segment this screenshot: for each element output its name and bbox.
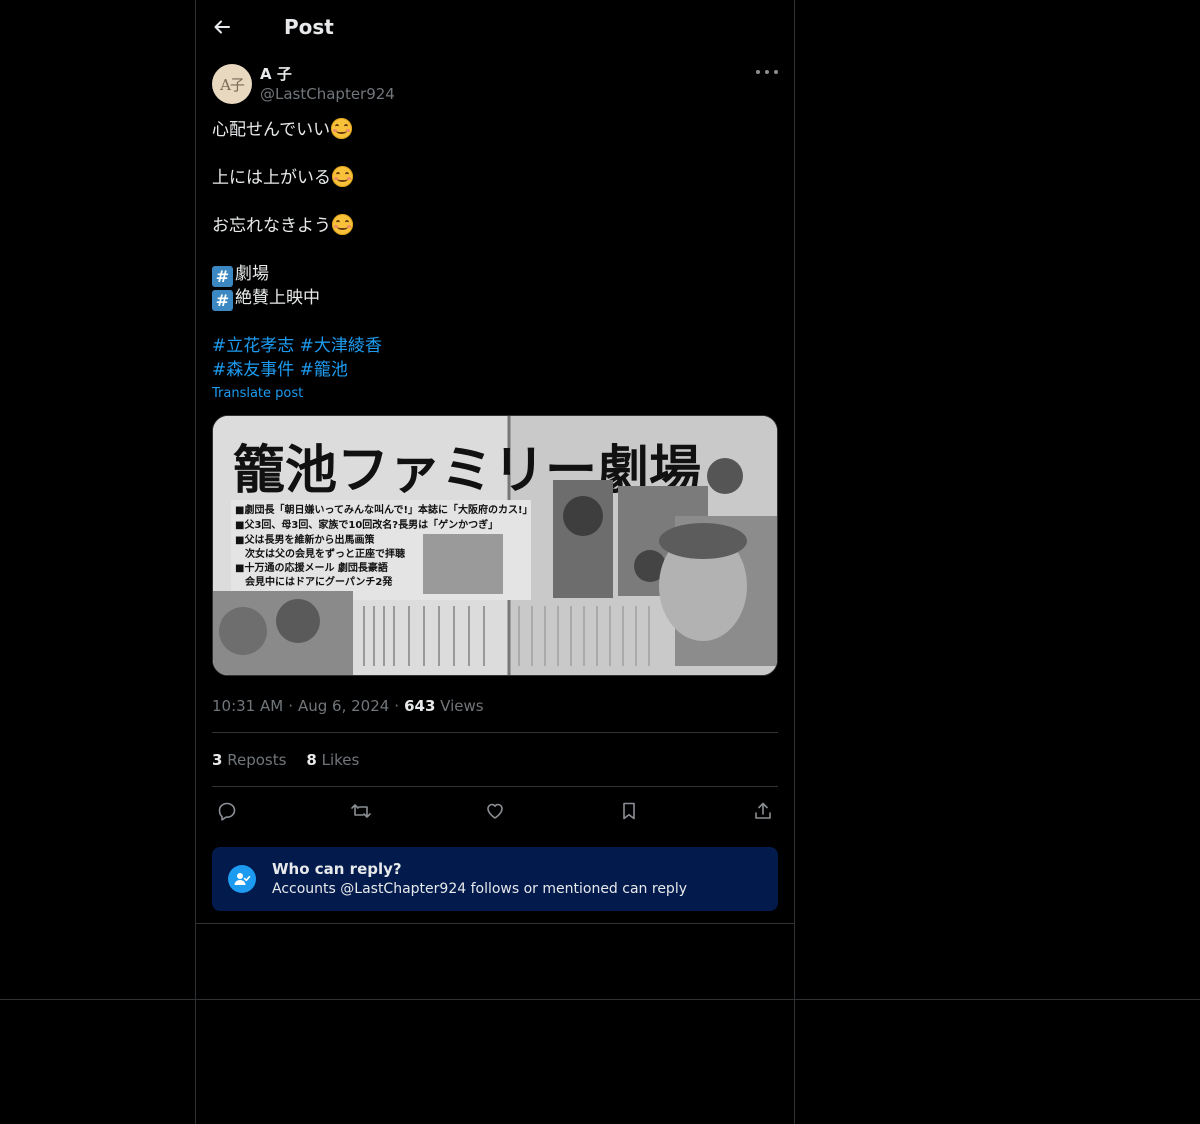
page-divider <box>0 999 1200 1000</box>
top-bar: Post <box>196 0 794 54</box>
smiling-face-emoji-icon <box>332 166 353 187</box>
post-meta: 10:31 AM · Aug 6, 2024 · 643 Views <box>212 697 484 715</box>
like-icon <box>487 803 503 819</box>
media-bullet: 会見中にはドアにグーパンチ2発 <box>245 575 393 588</box>
smiling-face-emoji-icon <box>331 118 353 139</box>
repost-button[interactable] <box>350 800 372 822</box>
repost-icon <box>351 804 371 818</box>
translate-post-link[interactable]: Translate post <box>212 385 303 403</box>
post-divider <box>196 923 794 924</box>
reply-settings-title: Who can reply? <box>272 860 402 878</box>
reply-button[interactable] <box>216 800 238 822</box>
more-options-button[interactable] <box>756 64 778 80</box>
more-dot-icon <box>774 70 778 74</box>
reply-settings-text: Who can reply? Accounts @LastChapter924 … <box>272 859 687 899</box>
arrow-left-icon <box>214 20 230 34</box>
reposts-stat[interactable]: 3 Reposts <box>212 751 286 769</box>
like-button[interactable] <box>484 800 506 822</box>
media-bullet: ■十万通の応援メール 劇団長豪語 <box>235 561 388 574</box>
views-label: Views <box>440 697 484 715</box>
media-bullet: ■父3回、母3回、家族で10回改名?長男は「ゲンかつぎ」 <box>235 518 498 531</box>
reply-icon <box>218 802 236 821</box>
post-line: お忘れなきよう <box>212 214 778 238</box>
user-check-icon <box>228 865 256 893</box>
keycap-hash-emoji-icon: # <box>212 266 233 287</box>
author-names: A 子 @LastChapter924 <box>260 64 395 104</box>
main-column: Post A子 A 子 @LastChapter924 心配せんでいい 上には上… <box>196 0 794 911</box>
smiling-face-emoji-icon <box>332 214 353 235</box>
media-bullet: ■劇団長「朝日嫌いってみんな叫んで!」本誌に「大阪府のカス!」 <box>235 503 533 516</box>
post-line: 上には上がいる <box>212 166 778 190</box>
likes-stat[interactable]: 8 Likes <box>306 751 359 769</box>
bookmark-button[interactable] <box>618 800 640 822</box>
reply-settings-box: Who can reply? Accounts @LastChapter924 … <box>212 847 778 911</box>
reply-settings-subtitle: Accounts @LastChapter924 follows or ment… <box>272 881 687 897</box>
page-title: Post <box>284 15 334 39</box>
hashtag-link[interactable]: #森友事件 <box>212 360 294 380</box>
keycap-hash-emoji-icon: # <box>212 290 233 311</box>
hashtag-link[interactable]: #籠池 <box>300 360 348 380</box>
media-bullet: 次女は父の会見をずっと正座で拝聴 <box>245 547 405 560</box>
bookmark-icon <box>623 802 635 820</box>
post-image[interactable]: 籠池ファミリー劇場 ■劇団長「朝日嫌いってみんな叫んで!」本誌に「大阪府のカス!… <box>212 415 778 676</box>
avatar[interactable]: A子 <box>212 64 252 104</box>
magazine-spread-image: 籠池ファミリー劇場 ■劇団長「朝日嫌いってみんな叫んで!」本誌に「大阪府のカス!… <box>213 416 777 675</box>
more-dot-icon <box>756 70 760 74</box>
hashtag-link[interactable]: #大津綾香 <box>300 336 382 356</box>
post-line: # 劇場 <box>212 262 778 287</box>
share-button[interactable] <box>752 800 774 822</box>
handle[interactable]: @LastChapter924 <box>260 84 395 104</box>
post-text: 心配せんでいい 上には上がいる お忘れなきよう # 劇場 # 絶賛上映中 #立花孝志… <box>212 118 778 382</box>
action-bar <box>212 787 778 835</box>
post-stats: 3 Reposts 8 Likes <box>212 733 778 786</box>
post: A子 A 子 @LastChapter924 心配せんでいい 上には上がいる お… <box>196 54 794 911</box>
more-dot-icon <box>765 70 769 74</box>
post-line: 心配せんでいい <box>212 118 778 142</box>
hashtags: #立花孝志 #大津綾香 #森友事件 #籠池 <box>212 334 778 382</box>
media-bullet: ■父は長男を維新から出馬画策 <box>235 533 375 546</box>
hashtag-link[interactable]: #立花孝志 <box>212 336 294 356</box>
post-line: # 絶賛上映中 <box>212 286 778 311</box>
post-date[interactable]: Aug 6, 2024 <box>298 697 389 715</box>
share-icon <box>755 802 771 819</box>
display-name[interactable]: A 子 <box>260 64 395 84</box>
views-count: 643 <box>404 697 436 715</box>
back-button[interactable] <box>212 17 232 37</box>
column-border-right <box>794 0 795 1124</box>
author-row: A子 A 子 @LastChapter924 <box>212 64 778 108</box>
post-time[interactable]: 10:31 AM <box>212 697 283 715</box>
